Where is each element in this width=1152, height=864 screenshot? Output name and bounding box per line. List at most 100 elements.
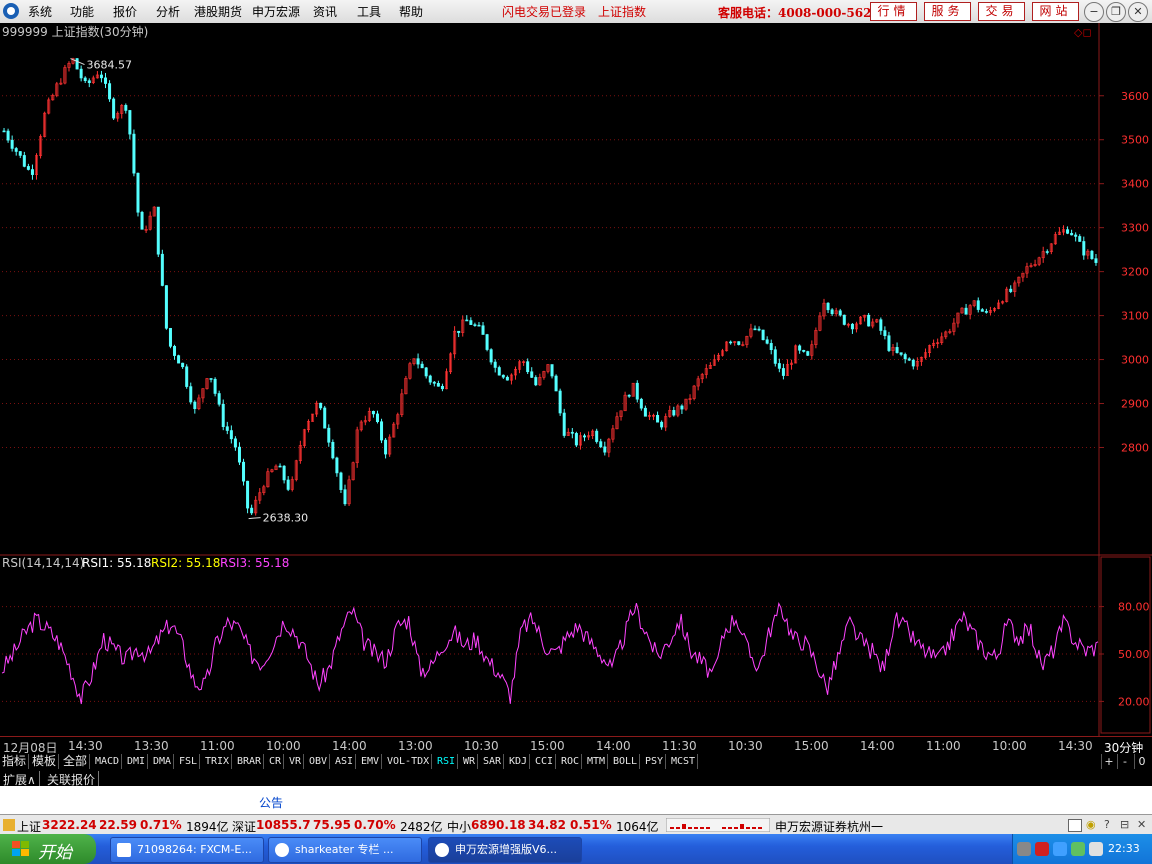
candle-body — [599, 441, 603, 448]
menu-swhy[interactable]: 申万宏源 — [252, 3, 300, 20]
candle-body — [173, 346, 177, 356]
menu-analysis[interactable]: 分析 — [156, 3, 180, 20]
app-logo-icon — [3, 3, 19, 19]
time-axis: 12月08日 14:30 13:30 11:00 10:00 14:00 13:… — [0, 736, 1152, 755]
zx-label[interactable]: 中小 — [447, 818, 471, 835]
sz-value: 10855.7 — [256, 818, 311, 832]
time-label: 14:00 — [596, 739, 631, 753]
time-label: 14:30 — [1058, 739, 1093, 753]
tab-sar[interactable]: SAR — [481, 754, 505, 769]
zx-pct: 0.51% — [570, 818, 612, 832]
tab-emv[interactable]: EMV — [359, 754, 383, 769]
app-tray-icon[interactable] — [1071, 842, 1085, 856]
task-swhy[interactable]: 申万宏源增强版V6... — [428, 837, 582, 863]
zoom-reset-button[interactable]: 0 — [1134, 754, 1149, 769]
candle-body — [656, 414, 660, 423]
close-icon[interactable]: ✕ — [1128, 2, 1148, 22]
menu-help[interactable]: 帮助 — [399, 3, 423, 20]
zoom-out-button[interactable]: - — [1117, 754, 1132, 769]
current-index-label[interactable]: 上证指数 — [598, 3, 646, 20]
chart-area[interactable]: 3684.57 2638.30 2800 2900 3000 3100 3200 3300 3… — [0, 23, 1152, 736]
candle-body — [806, 351, 810, 356]
tab-dma[interactable]: DMA — [151, 754, 175, 769]
candle-body — [680, 405, 684, 410]
time-label: 11:00 — [926, 739, 961, 753]
tab-fsl[interactable]: FSL — [177, 754, 201, 769]
network-icon[interactable] — [1017, 842, 1031, 856]
sz-label[interactable]: 深证 — [232, 818, 256, 835]
exit-icon[interactable]: ✕ — [1137, 818, 1146, 831]
candle-body — [112, 98, 116, 119]
tab-macd[interactable]: MACD — [93, 754, 123, 769]
time-label: 14:00 — [332, 739, 367, 753]
tab-trix[interactable]: TRIX — [203, 754, 233, 769]
menu-system[interactable]: 系统 — [28, 3, 52, 20]
minimize-icon[interactable]: − — [1084, 2, 1104, 22]
candle-body — [181, 362, 185, 368]
candle-body — [1094, 258, 1098, 263]
tab-asi[interactable]: ASI — [333, 754, 357, 769]
tab-vol-tdx[interactable]: VOL-TDX — [385, 754, 433, 769]
zoom-in-button[interactable]: + — [1101, 754, 1116, 769]
candle-body — [339, 472, 343, 490]
tab-cci[interactable]: CCI — [533, 754, 557, 769]
menu-function[interactable]: 功能 — [70, 3, 94, 20]
tab-indicator[interactable]: 指标 — [0, 754, 30, 769]
candle-body — [501, 374, 505, 378]
candle-body — [457, 330, 461, 333]
chart-svg[interactable]: 3684.57 2638.30 2800 2900 3000 3100 3200 3300 3… — [0, 23, 1152, 736]
announcement-title[interactable]: 公告 — [259, 794, 283, 811]
start-button[interactable]: 开始 — [0, 834, 96, 864]
time-label: 10:30 — [464, 739, 499, 753]
candle-body — [233, 438, 237, 448]
window-icon[interactable] — [1068, 819, 1082, 832]
tab-cr[interactable]: CR — [267, 754, 285, 769]
tab-rsi[interactable]: RSI — [435, 754, 459, 769]
candle-body — [428, 375, 432, 383]
time-label: 11:00 — [200, 739, 235, 753]
audio-icon[interactable] — [1053, 842, 1067, 856]
restore-icon[interactable]: ❐ — [1106, 2, 1126, 22]
antivirus-icon[interactable] — [1035, 842, 1049, 856]
website-button[interactable]: 网站 — [1032, 2, 1079, 21]
trade-button[interactable]: 交易 — [978, 2, 1025, 21]
candle-body — [225, 426, 229, 431]
menu-hk-futures[interactable]: 港股期货 — [194, 3, 242, 20]
tab-boll[interactable]: BOLL — [611, 754, 641, 769]
tab-template[interactable]: 模板 — [30, 754, 60, 769]
tab-vr[interactable]: VR — [287, 754, 305, 769]
service-button[interactable]: 服务 — [924, 2, 971, 21]
help-icon[interactable]: ? — [1104, 818, 1110, 831]
candle-body — [907, 358, 911, 361]
tab-obv[interactable]: OBV — [307, 754, 331, 769]
sh-label[interactable]: 上证 — [17, 818, 41, 835]
tab-dmi[interactable]: DMI — [125, 754, 149, 769]
time-label: 13:00 — [398, 739, 433, 753]
menu-news[interactable]: 资讯 — [313, 3, 337, 20]
tab-mtm[interactable]: MTM — [585, 754, 609, 769]
tab-mcst[interactable]: MCST — [669, 754, 699, 769]
candle-body — [343, 489, 347, 505]
panel-toggle-icon[interactable]: ◇◻ — [1074, 26, 1092, 39]
candle-body — [229, 430, 233, 440]
volume-icon[interactable] — [1089, 842, 1103, 856]
tab-wr[interactable]: WR — [461, 754, 479, 769]
task-fxcm[interactable]: 71098264: FXCM-E... — [110, 837, 264, 863]
candle-body — [481, 325, 485, 335]
tab-psy[interactable]: PSY — [643, 754, 667, 769]
tab-all[interactable]: 全部 — [61, 754, 91, 769]
task-label: 申万宏源增强版V6... — [455, 843, 558, 856]
tab-brar[interactable]: BRAR — [235, 754, 265, 769]
config-icon[interactable]: ⊟ — [1120, 818, 1129, 831]
menu-tools[interactable]: 工具 — [357, 3, 381, 20]
tab-roc[interactable]: ROC — [559, 754, 583, 769]
task-browser[interactable]: sharkeater 专栏 ... — [268, 837, 422, 863]
candle-body — [250, 507, 254, 514]
candle-body — [14, 148, 18, 152]
tab-kdj[interactable]: KDJ — [507, 754, 531, 769]
sh-amount: 1894亿 — [186, 820, 229, 834]
market-button[interactable]: 行情 — [870, 2, 917, 21]
flash-trade-status[interactable]: 闪电交易已登录 — [502, 3, 586, 20]
menu-quote[interactable]: 报价 — [113, 3, 137, 20]
candle-body — [128, 110, 132, 135]
